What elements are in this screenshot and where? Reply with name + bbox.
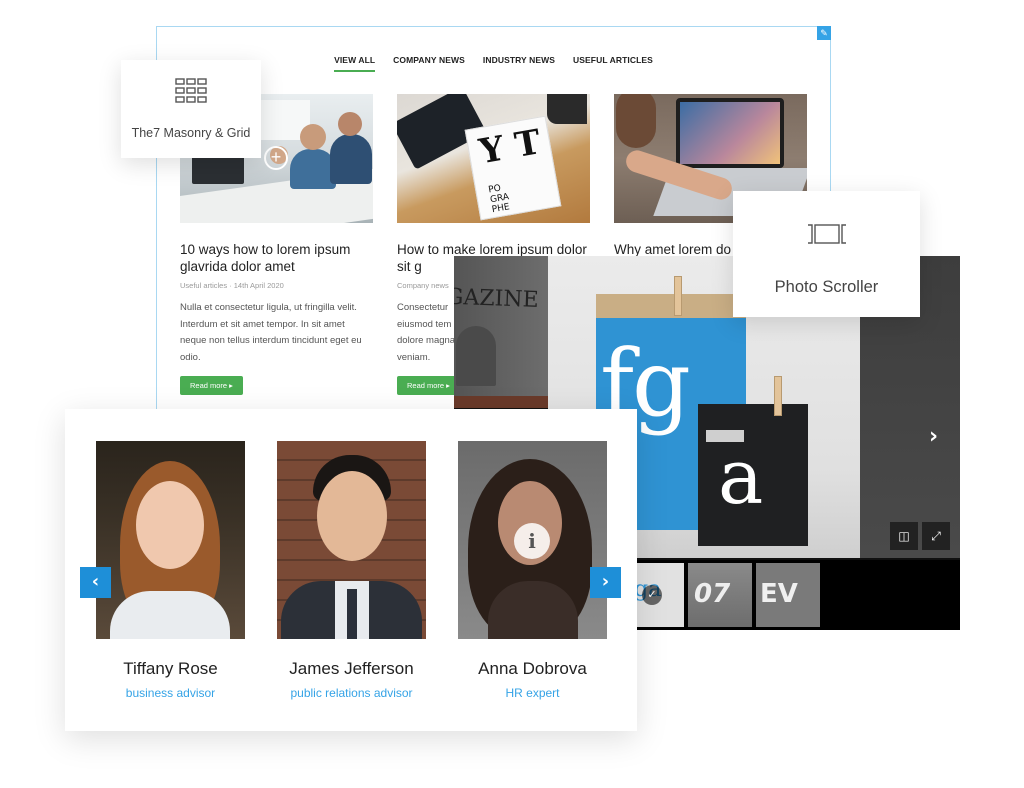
member-name: Tiffany Rose	[123, 659, 218, 678]
filter-useful-articles[interactable]: USEFUL ARTICLES	[573, 55, 653, 72]
post-meta: Useful articles · 14th April 2020	[180, 281, 284, 290]
member-role: HR expert	[505, 686, 560, 700]
carousel-prev-button[interactable]: ‹	[80, 567, 111, 598]
read-more-button[interactable]: Read more ▸	[180, 376, 243, 395]
info-icon[interactable]: i	[514, 523, 550, 559]
filter-view-all[interactable]: VIEW ALL	[334, 55, 376, 72]
pause-icon[interactable]: ◫	[890, 522, 918, 550]
magazine-text: AGAZINE	[454, 284, 540, 313]
thumbnail-text: 07	[694, 579, 731, 609]
post-image-typography[interactable]: Y T PO GRA PHE	[397, 94, 590, 223]
post-title[interactable]: 10 ways how to lorem ipsum glavrida dolo…	[180, 241, 373, 275]
black-bag-logo: a	[718, 432, 764, 521]
edit-icon[interactable]: ✎	[817, 26, 831, 40]
team-member: i Anna Dobrova HR expert	[458, 441, 607, 700]
team-member: Tiffany Rose business advisor	[96, 441, 245, 700]
book-cover-letters: Y T	[476, 122, 544, 173]
photo-scroller-icon	[808, 224, 846, 244]
chevron-right-icon[interactable]: ›	[929, 424, 938, 449]
member-name: James Jefferson	[289, 659, 414, 678]
thumbnail[interactable]: 07	[688, 563, 752, 627]
filter-company-news[interactable]: COMPANY NEWS	[393, 55, 465, 72]
post-excerpt: Nulla et consectetur ligula, ut fringill…	[180, 302, 362, 363]
photo-scroller-label: Photo Scroller	[774, 278, 879, 296]
team-member: James Jefferson public relations advisor	[277, 441, 426, 700]
carousel-next-button[interactable]: ›	[590, 567, 621, 598]
masonry-grid-label: The7 Masonry & Grid	[131, 126, 251, 140]
plus-icon[interactable]: +	[264, 146, 288, 170]
member-photo[interactable]: i	[458, 441, 607, 639]
member-name: Anna Dobrova	[478, 659, 587, 678]
member-role: business advisor	[125, 686, 216, 700]
member-photo[interactable]	[277, 441, 426, 639]
thumbnail-text: EV	[760, 579, 798, 609]
filter-industry-news[interactable]: INDUSTRY NEWS	[483, 55, 555, 72]
member-photo[interactable]	[96, 441, 245, 639]
thumbnail[interactable]: EV	[756, 563, 820, 627]
book-cover-subtitle: PO GRA PHE	[487, 183, 511, 216]
check-icon: ✓	[642, 585, 662, 605]
previous-slide[interactable]: AGAZINE	[454, 256, 548, 408]
photo-scroller-card: Photo Scroller	[733, 191, 920, 317]
fullscreen-icon[interactable]: ⤢	[922, 522, 950, 550]
team-carousel: Tiffany Rose business advisor James Jeff…	[65, 409, 637, 731]
grid-icon	[175, 78, 207, 103]
read-more-button[interactable]: Read more ▸	[397, 376, 460, 395]
masonry-grid-card: The7 Masonry & Grid	[121, 60, 261, 158]
post-excerpt: Consectetur eiusmod tem dolore magna ven…	[397, 302, 456, 363]
member-role: public relations advisor	[290, 686, 413, 700]
